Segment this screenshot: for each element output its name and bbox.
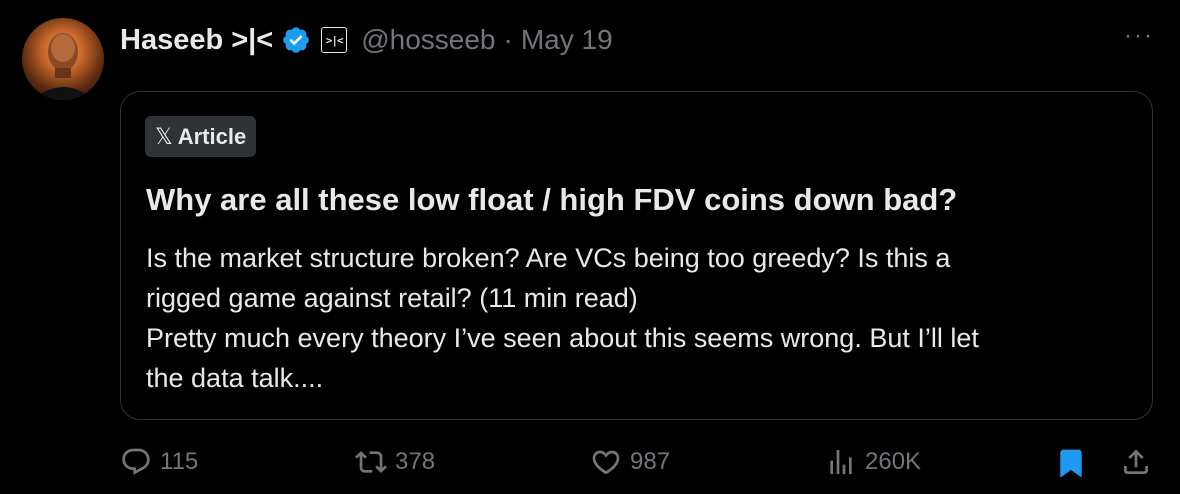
- bookmark-button[interactable]: [1055, 446, 1087, 480]
- reply-icon: [122, 448, 150, 475]
- like-count: 987: [630, 448, 671, 475]
- avatar[interactable]: [22, 18, 104, 100]
- article-description: Is the market structure broken? Are VCs …: [146, 238, 1126, 398]
- share-icon: [1124, 449, 1148, 474]
- views-button[interactable]: 260K: [825, 446, 921, 478]
- x-logo-icon: 𝕏: [155, 123, 173, 149]
- article-title: Why are all these low float / high FDV c…: [146, 182, 958, 217]
- reply-button[interactable]: 115: [120, 446, 198, 478]
- views-icon: [830, 450, 852, 474]
- description-line: the data talk....: [146, 363, 324, 393]
- separator: ·: [503, 24, 513, 55]
- repost-icon: [355, 451, 387, 473]
- repost-button[interactable]: 378: [355, 446, 435, 478]
- author-handle[interactable]: @hosseeb: [361, 24, 495, 56]
- like-button[interactable]: 987: [590, 446, 670, 478]
- tweet-date[interactable]: May 19: [521, 24, 613, 56]
- repost-count: 378: [395, 448, 436, 475]
- action-bar: 115 378 987 260K: [120, 446, 1160, 486]
- affiliate-badge-icon[interactable]: >|<: [321, 27, 348, 53]
- author-name[interactable]: Haseeb >|<: [120, 24, 273, 57]
- article-card[interactable]: 𝕏 Article Why are all these low float / …: [120, 91, 1153, 420]
- reply-count: 115: [160, 448, 199, 475]
- tweet-header: Haseeb >|< >|< @hosseeb · May 19: [120, 20, 613, 60]
- description-line: Pretty much every theory I’ve seen about…: [146, 323, 979, 353]
- article-badge-label: Article: [177, 123, 247, 149]
- article-badge: 𝕏 Article: [145, 116, 257, 157]
- verified-badge-icon[interactable]: [281, 25, 311, 55]
- bookmark-icon: [1060, 449, 1082, 478]
- more-icon[interactable]: ···: [1124, 22, 1154, 50]
- description-line: rigged game against retail? (11 min read…: [146, 283, 638, 313]
- like-icon: [592, 450, 620, 475]
- description-line: Is the market structure broken? Are VCs …: [146, 243, 951, 273]
- views-count: 260K: [865, 448, 922, 475]
- share-button[interactable]: [1120, 446, 1152, 478]
